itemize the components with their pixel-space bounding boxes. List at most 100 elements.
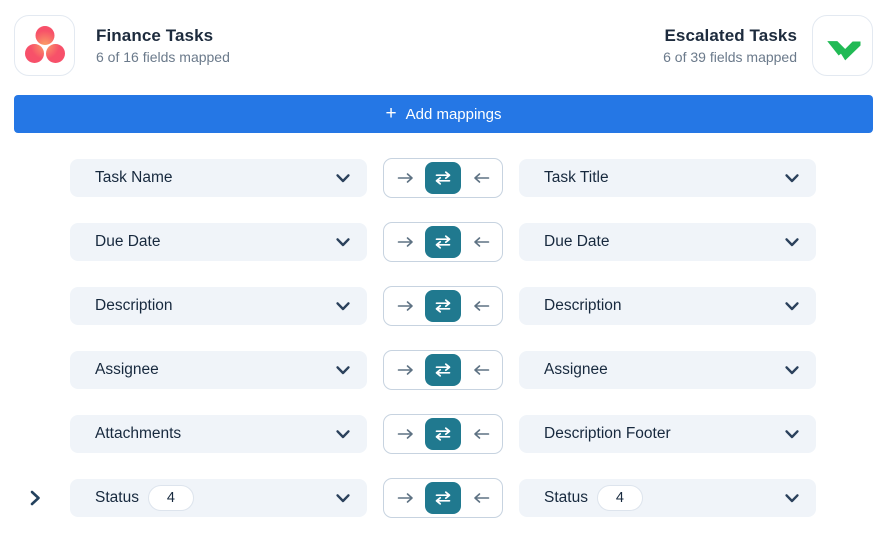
- one-way-right-button[interactable]: [386, 482, 424, 514]
- asana-logo: [14, 14, 75, 76]
- arrow-right-icon: [397, 429, 413, 439]
- sync-direction-control: [383, 222, 503, 262]
- row-gutter: [0, 358, 70, 382]
- target-field-label: Status: [544, 489, 588, 506]
- sync-direction-control: [383, 414, 503, 454]
- add-mappings-label: Add mappings: [405, 105, 502, 123]
- source-field-label: Due Date: [95, 233, 161, 250]
- target-field-count-badge: 4: [596, 485, 643, 511]
- mapping-row: Attachments Description Footer: [0, 414, 887, 454]
- target-field-label: Description Footer: [544, 425, 671, 442]
- asana-three-dots-icon: [24, 26, 65, 63]
- two-way-sync-button[interactable]: [425, 354, 461, 386]
- row-gutter: [0, 294, 70, 318]
- target-connector-text: Escalated Tasks 6 of 39 fields mapped: [663, 26, 797, 65]
- two-way-sync-button[interactable]: [425, 162, 461, 194]
- target-field-select[interactable]: Assignee: [519, 351, 816, 389]
- one-way-right-button[interactable]: [386, 354, 424, 386]
- source-field-label: Status: [95, 489, 139, 506]
- one-way-right-button[interactable]: [386, 290, 424, 322]
- source-connector-text: Finance Tasks 6 of 16 fields mapped: [96, 26, 230, 65]
- one-way-left-button[interactable]: [462, 226, 500, 258]
- target-mapped-count: 6 of 39 fields mapped: [663, 48, 797, 65]
- source-field-label: Assignee: [95, 361, 159, 378]
- one-way-right-button[interactable]: [386, 226, 424, 258]
- expand-row-button[interactable]: [26, 486, 45, 510]
- two-way-arrows-icon: [435, 235, 451, 249]
- source-field-select[interactable]: Task Name: [70, 159, 367, 197]
- two-way-sync-button[interactable]: [425, 418, 461, 450]
- source-connector: Finance Tasks 6 of 16 fields mapped: [14, 14, 230, 76]
- target-connector: Escalated Tasks 6 of 39 fields mapped: [663, 14, 873, 76]
- one-way-left-button[interactable]: [462, 482, 500, 514]
- source-field-select[interactable]: Due Date: [70, 223, 367, 261]
- row-gutter: [0, 422, 70, 446]
- add-mappings-button[interactable]: + Add mappings: [14, 95, 873, 133]
- target-field-select[interactable]: Status 4: [519, 479, 816, 517]
- row-gutter: [0, 166, 70, 190]
- row-gutter: [0, 486, 70, 510]
- chevron-down-icon: [336, 493, 350, 502]
- one-way-left-button[interactable]: [462, 290, 500, 322]
- field-mappings-list: Task Name Task Title Due Date Due Date D…: [0, 158, 887, 518]
- target-field-select[interactable]: Description: [519, 287, 816, 325]
- wrike-logo: [812, 14, 873, 76]
- plus-icon: +: [385, 102, 397, 124]
- source-field-count-badge: 4: [147, 485, 194, 511]
- chevron-down-icon: [785, 365, 799, 374]
- chevron-down-icon: [336, 365, 350, 374]
- mapping-row: Description Description: [0, 286, 887, 326]
- header: Finance Tasks 6 of 16 fields mapped Esca…: [0, 0, 887, 76]
- arrow-left-icon: [473, 301, 489, 311]
- mapping-row: Status 4 Status 4: [0, 478, 887, 518]
- arrow-right-icon: [397, 237, 413, 247]
- sync-direction-control: [383, 478, 503, 518]
- one-way-left-button[interactable]: [462, 162, 500, 194]
- arrow-right-icon: [397, 493, 413, 503]
- target-field-select[interactable]: Task Title: [519, 159, 816, 197]
- target-field-select[interactable]: Description Footer: [519, 415, 816, 453]
- arrow-left-icon: [473, 237, 489, 247]
- one-way-left-button[interactable]: [462, 354, 500, 386]
- sync-direction-control: [383, 286, 503, 326]
- mapping-row: Due Date Due Date: [0, 222, 887, 262]
- arrow-left-icon: [473, 429, 489, 439]
- source-field-select[interactable]: Description: [70, 287, 367, 325]
- target-field-select[interactable]: Due Date: [519, 223, 816, 261]
- chevron-down-icon: [785, 493, 799, 502]
- one-way-left-button[interactable]: [462, 418, 500, 450]
- source-field-select[interactable]: Attachments: [70, 415, 367, 453]
- two-way-sync-button[interactable]: [425, 226, 461, 258]
- arrow-right-icon: [397, 365, 413, 375]
- one-way-right-button[interactable]: [386, 418, 424, 450]
- source-mapped-count: 6 of 16 fields mapped: [96, 48, 230, 65]
- source-field-select[interactable]: Status 4: [70, 479, 367, 517]
- chevron-down-icon: [336, 429, 350, 438]
- two-way-arrows-icon: [435, 171, 451, 185]
- chevron-down-icon: [785, 173, 799, 182]
- chevron-right-icon: [30, 490, 40, 506]
- source-field-label: Attachments: [95, 425, 182, 442]
- one-way-right-button[interactable]: [386, 162, 424, 194]
- source-title: Finance Tasks: [96, 25, 214, 45]
- source-field-label: Description: [95, 297, 173, 314]
- chevron-down-icon: [785, 301, 799, 310]
- two-way-sync-button[interactable]: [425, 482, 461, 514]
- sync-direction-control: [383, 158, 503, 198]
- arrow-right-icon: [397, 173, 413, 183]
- two-way-sync-button[interactable]: [425, 290, 461, 322]
- mapping-row: Task Name Task Title: [0, 158, 887, 198]
- target-title: Escalated Tasks: [664, 25, 797, 45]
- source-field-label: Task Name: [95, 169, 173, 186]
- chevron-down-icon: [785, 429, 799, 438]
- chevron-down-icon: [336, 173, 350, 182]
- chevron-down-icon: [336, 301, 350, 310]
- target-field-label: Description: [544, 297, 622, 314]
- arrow-left-icon: [473, 493, 489, 503]
- arrow-right-icon: [397, 301, 413, 311]
- source-field-select[interactable]: Assignee: [70, 351, 367, 389]
- arrow-left-icon: [473, 173, 489, 183]
- wrike-double-check-icon: [826, 41, 860, 61]
- target-field-label: Due Date: [544, 233, 610, 250]
- target-field-label: Assignee: [544, 361, 608, 378]
